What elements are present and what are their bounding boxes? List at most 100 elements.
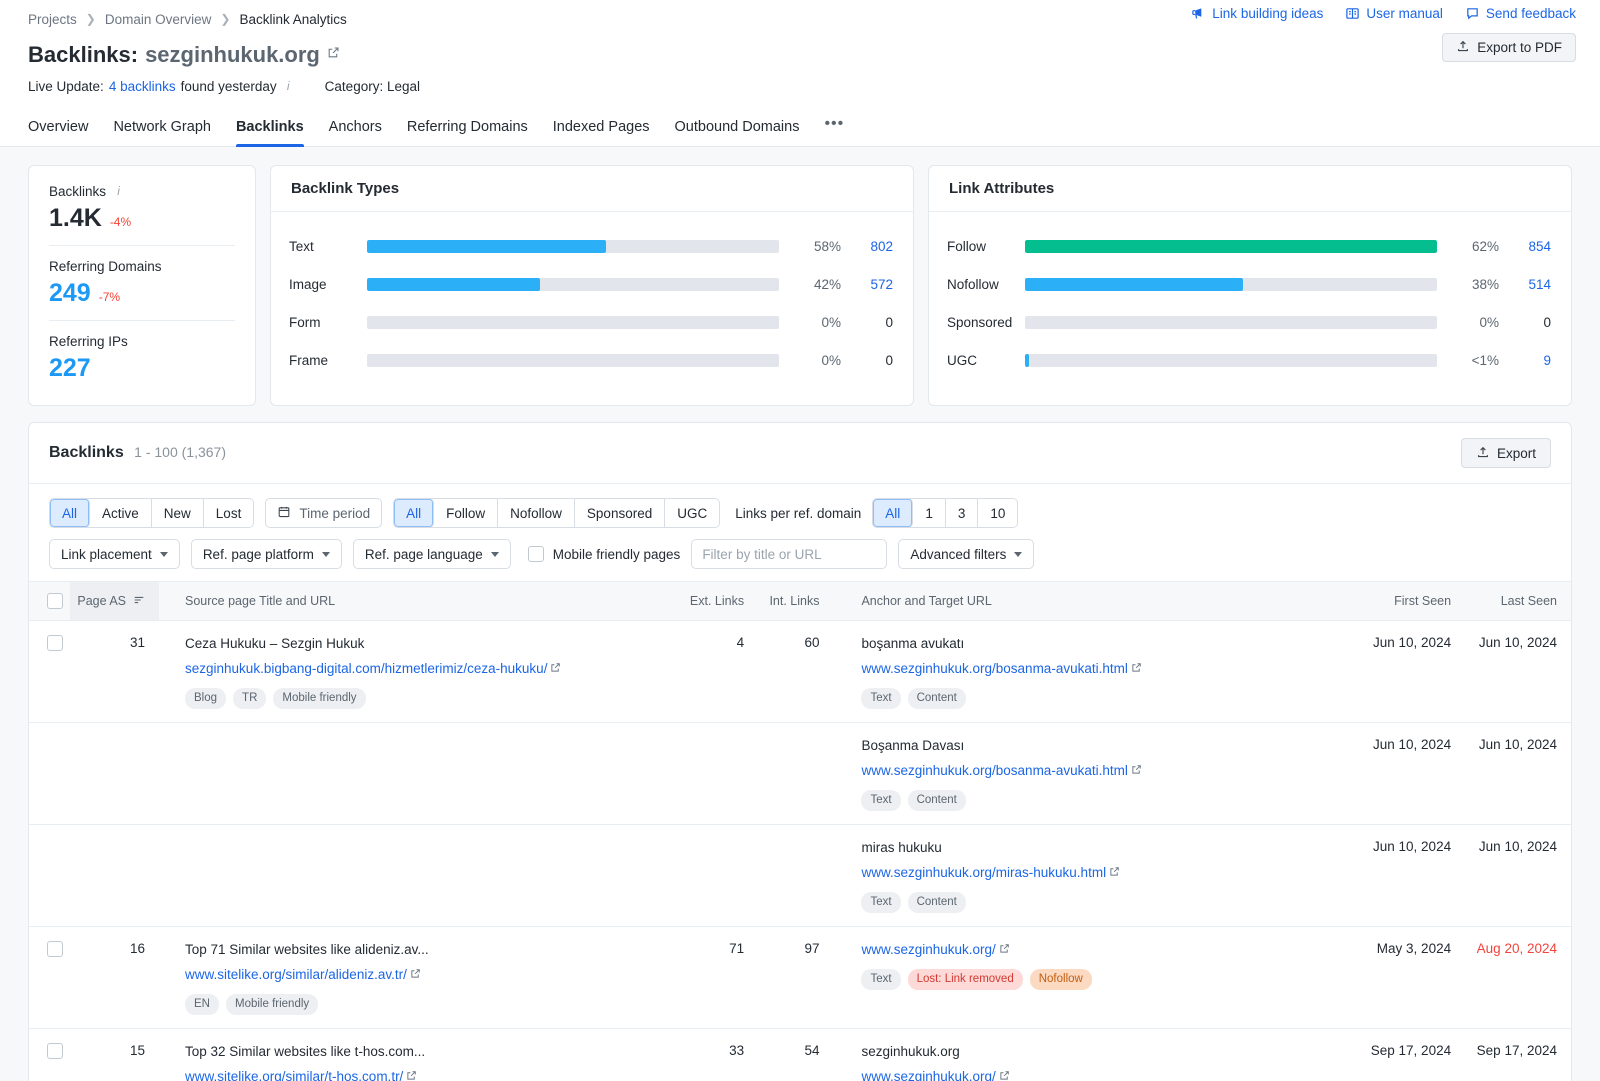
tab-anchors[interactable]: Anchors <box>329 119 382 146</box>
external-link-icon[interactable] <box>406 1069 417 1081</box>
tab-more-menu-icon[interactable]: ••• <box>824 115 844 146</box>
select-all-checkbox[interactable] <box>47 593 63 609</box>
status-filter-active[interactable]: Active <box>90 499 152 527</box>
tab-indexed-pages[interactable]: Indexed Pages <box>553 119 650 146</box>
source-page-title: Ceza Hukuku – Sezgin Hukuk <box>185 636 365 651</box>
breadcrumb-item-domain-overview[interactable]: Domain Overview <box>105 12 212 27</box>
attr-filter-ugc[interactable]: UGC <box>665 499 720 527</box>
external-link-icon[interactable] <box>999 1069 1010 1081</box>
bar-count: 0 <box>1543 314 1551 330</box>
tab-referring-domains[interactable]: Referring Domains <box>407 119 528 146</box>
source-page-title: Top 71 Similar websites like alideniz.av… <box>185 942 429 958</box>
comment-icon <box>1465 6 1480 21</box>
target-url[interactable]: www.sezginhukuk.org/ <box>861 941 1325 960</box>
attr-filter-nofollow[interactable]: Nofollow <box>498 499 575 527</box>
tag: TR <box>233 688 267 710</box>
book-icon <box>1345 6 1360 21</box>
ref-page-platform-dropdown[interactable]: Ref. page platform <box>190 539 342 569</box>
external-link-icon[interactable] <box>550 661 561 676</box>
status-filter-all[interactable]: All <box>50 499 91 527</box>
time-period-filter[interactable]: Time period <box>265 498 383 528</box>
column-int-links[interactable]: Int. Links <box>744 581 832 621</box>
target-url[interactable]: www.sezginhukuk.org/miras-hukuku.html <box>861 864 1325 883</box>
row-checkbox[interactable] <box>47 941 63 958</box>
live-update-link[interactable]: 4 backlinks <box>109 79 176 94</box>
attribute-filter-group: All Follow Nofollow Sponsored UGC <box>393 498 721 528</box>
external-link-icon[interactable] <box>1131 763 1142 778</box>
target-url[interactable]: www.sezginhukuk.org/bosanma-avukati.html <box>861 660 1325 679</box>
info-icon[interactable]: i <box>112 185 125 198</box>
row-source-page: Ceza Hukuku – Sezgin Hukuk sezginhukuk.bi… <box>159 620 657 724</box>
external-link-icon[interactable] <box>1131 661 1142 676</box>
filters: All Active New Lost Time period All Follow No… <box>29 484 1571 581</box>
external-link-icon[interactable] <box>327 46 340 64</box>
source-page-url[interactable]: sezginhukuk.bigbang-digital.com/hizmetle… <box>185 660 643 679</box>
advanced-filters-dropdown[interactable]: Advanced filters <box>898 539 1035 569</box>
status-filter-lost[interactable]: Lost <box>203 499 254 527</box>
target-url[interactable]: www.sezginhukuk.org/ <box>861 1068 1325 1081</box>
mobile-friendly-checkbox[interactable]: Mobile friendly pages <box>527 546 680 562</box>
column-anchor-target[interactable]: Anchor and Target URL <box>831 581 1340 621</box>
bar-count[interactable]: 514 <box>1499 277 1551 292</box>
kpi-referring-domains-value[interactable]: 249 <box>49 279 91 308</box>
export-to-pdf-button[interactable]: Export to PDF <box>1442 33 1576 62</box>
search-input[interactable] <box>692 546 887 562</box>
bar-fill <box>367 239 606 253</box>
bar-fill <box>367 277 541 291</box>
kpi-referring-ips-value[interactable]: 227 <box>49 354 91 383</box>
external-link-icon[interactable] <box>1109 865 1120 880</box>
target-url[interactable]: www.sezginhukuk.org/bosanma-avukati.html <box>861 762 1325 781</box>
column-first-seen[interactable]: First Seen <box>1339 581 1452 621</box>
column-page-as[interactable]: Page AS <box>69 581 160 621</box>
link-building-ideas-link[interactable]: Link building ideas <box>1191 6 1323 21</box>
links-per-domain-all[interactable]: All <box>873 499 914 527</box>
bar-percent: 0% <box>821 352 841 368</box>
page-title-prefix: Backlinks: <box>28 42 139 67</box>
links-per-domain-3[interactable]: 3 <box>945 499 979 527</box>
info-icon[interactable]: i <box>282 80 295 93</box>
status-filter-new[interactable]: New <box>151 499 204 527</box>
tag: Content <box>907 688 966 710</box>
column-source-page[interactable]: Source page Title and URL <box>159 581 657 621</box>
ref-page-language-dropdown[interactable]: Ref. page language <box>352 539 511 569</box>
link-placement-dropdown[interactable]: Link placement <box>49 539 180 569</box>
row-last-seen: Jun 10, 2024 <box>1451 620 1571 724</box>
source-page-url[interactable]: www.sitelike.org/similar/t-hos.com.tr/ <box>185 1068 643 1081</box>
source-page-url[interactable]: www.sitelike.org/similar/alideniz.av.tr/ <box>185 966 643 985</box>
row-page-as: 31 <box>69 620 160 724</box>
bar-track <box>367 277 779 291</box>
bar-count[interactable]: 9 <box>1499 353 1551 368</box>
kpi-referring-domains-delta: -7% <box>98 290 121 304</box>
subtitle-row: Live Update: 4 backlinks found yesterday… <box>28 79 1572 94</box>
links-per-domain-1[interactable]: 1 <box>913 499 946 527</box>
anchor-text: miras hukuku <box>861 840 942 856</box>
top-right-actions: Link building ideas User manual Send fee… <box>1191 2 1576 62</box>
tab-network-graph[interactable]: Network Graph <box>113 119 211 146</box>
user-manual-link[interactable]: User manual <box>1345 6 1443 21</box>
tab-overview[interactable]: Overview <box>28 119 88 146</box>
advanced-filters-label: Advanced filters <box>910 546 1007 562</box>
bar-count[interactable]: 854 <box>1499 239 1551 254</box>
search-box <box>691 539 888 569</box>
breadcrumb-separator-icon: ❯ <box>85 12 96 26</box>
column-last-seen[interactable]: Last Seen <box>1451 581 1571 621</box>
attr-filter-all[interactable]: All <box>394 499 435 527</box>
row-checkbox[interactable] <box>47 1043 63 1060</box>
export-button[interactable]: Export <box>1460 438 1551 468</box>
bar-count[interactable]: 802 <box>841 239 893 254</box>
bar-fill <box>1025 239 1437 253</box>
send-feedback-link[interactable]: Send feedback <box>1465 6 1576 21</box>
external-link-icon[interactable] <box>410 967 421 982</box>
attr-filter-sponsored[interactable]: Sponsored <box>574 499 666 527</box>
backlinks-panel-header: Backlinks 1 - 100 (1,367) Export <box>29 423 1571 484</box>
links-per-domain-10[interactable]: 10 <box>978 499 1018 527</box>
row-checkbox[interactable] <box>47 635 63 651</box>
bar-count[interactable]: 572 <box>841 277 893 292</box>
tab-outbound-domains[interactable]: Outbound Domains <box>675 119 800 146</box>
external-link-icon[interactable] <box>999 942 1010 957</box>
attr-filter-follow[interactable]: Follow <box>434 499 499 527</box>
breadcrumb-item-projects[interactable]: Projects <box>28 12 77 27</box>
column-ext-links[interactable]: Ext. Links <box>656 581 745 621</box>
bar-track <box>367 239 779 253</box>
tab-backlinks[interactable]: Backlinks <box>235 119 304 147</box>
